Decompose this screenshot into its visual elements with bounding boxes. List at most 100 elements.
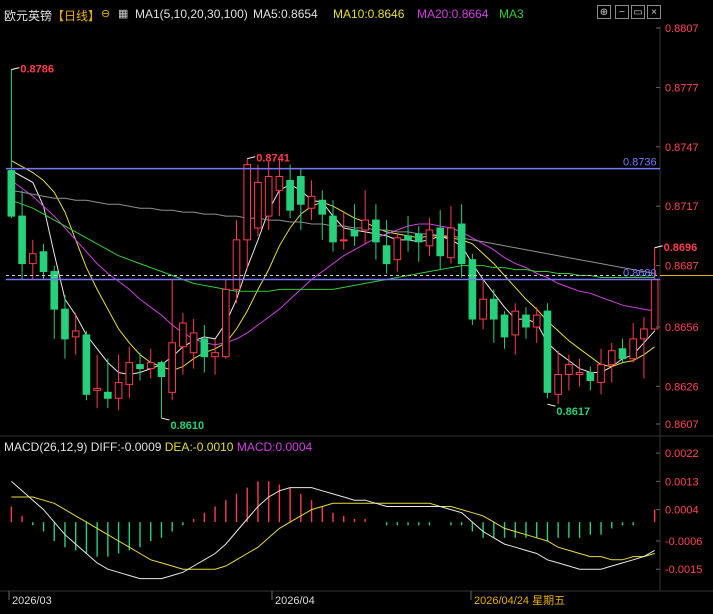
candle [157, 360, 166, 419]
candle-body [297, 176, 305, 205]
candle-body [254, 181, 262, 229]
x-tick-label: 2026/03 [12, 595, 52, 607]
ma-line-ma10 [11, 160, 655, 372]
candle [597, 348, 605, 395]
candle [607, 342, 616, 383]
candle-body [597, 364, 605, 383]
candle-body [650, 278, 659, 330]
y-tick-label: 0.8717 [665, 201, 699, 213]
candle [479, 279, 487, 329]
candle-body [511, 310, 520, 336]
candle-body [39, 251, 48, 273]
candle [414, 226, 423, 262]
horizontal-level-label: 0.8736 [623, 157, 657, 169]
candle [522, 307, 530, 339]
candle-body [93, 387, 101, 391]
price-annotation: 0.8741 [256, 153, 290, 165]
candle [297, 168, 305, 230]
diff-value: DIFF:-0.0009 [90, 440, 162, 454]
candle [372, 204, 380, 260]
candle-body [468, 259, 477, 320]
candle [543, 303, 552, 399]
moving-average-lines [11, 160, 655, 376]
candle [307, 180, 316, 221]
dea-value: DEA:-0.0010 [164, 440, 234, 454]
candle [200, 325, 209, 373]
candle [554, 350, 562, 405]
candle [436, 210, 445, 270]
candle-body [339, 239, 348, 242]
candle [286, 164, 294, 219]
candle [361, 190, 369, 244]
x-tick-label: 2026/04 [275, 595, 315, 607]
candlestick-chart[interactable]: 0.87360.8680 0.87860.87410.86100.86170.8… [0, 0, 713, 614]
candle [629, 323, 638, 363]
candle-body [372, 219, 380, 243]
candle-body [479, 298, 487, 320]
candle [39, 243, 48, 280]
candle [489, 289, 498, 343]
candle [618, 338, 627, 363]
candle-body [640, 328, 648, 340]
macd-value: MACD:0.0004 [236, 440, 313, 454]
candle-body [565, 364, 573, 376]
candle-body [329, 215, 337, 243]
candle-body [114, 381, 123, 399]
date-axis: 2026/03 2026/04 2026/04/24 星期五 [8, 591, 565, 607]
candle-body [189, 332, 198, 354]
candle [339, 212, 348, 250]
candle [565, 354, 573, 391]
horizontal-level-label: 0.8680 [623, 267, 657, 279]
candle-body [318, 199, 327, 215]
annotation-pointer [247, 156, 256, 160]
macd-tick-label: 0.0013 [665, 476, 699, 488]
candle [447, 206, 455, 264]
candle-body [436, 227, 445, 257]
candle [82, 330, 91, 401]
candle-body [404, 235, 412, 241]
candle [146, 348, 155, 379]
candle [586, 366, 595, 391]
candle-body [28, 253, 37, 265]
candle-body [18, 215, 26, 265]
candle [221, 279, 230, 359]
candle-body [575, 372, 584, 375]
y-tick-label: 0.8607 [665, 419, 699, 431]
y-tick-label: 0.8747 [665, 142, 699, 154]
y-tick-label: 0.8777 [665, 82, 699, 94]
candle-body [7, 170, 16, 217]
candle [114, 354, 123, 411]
candle [382, 220, 391, 274]
candle-body [307, 195, 316, 209]
candle-body [200, 338, 209, 358]
candle [243, 158, 252, 270]
macd-tick-label: 0.0004 [665, 505, 699, 517]
candle [189, 319, 198, 369]
candle-body [425, 229, 434, 247]
candle-body [607, 350, 616, 366]
candle-body [61, 308, 69, 340]
candle-body [232, 239, 241, 290]
candle-body [275, 176, 284, 191]
candle-body [543, 310, 552, 393]
candle [254, 164, 262, 236]
candle-body [532, 314, 541, 328]
candle-body [522, 314, 530, 328]
horizontal-levels: 0.8736 0.8680 [6, 157, 713, 281]
candle [404, 216, 412, 252]
candle-body [447, 227, 455, 259]
candle-body [179, 322, 187, 348]
candle-body [146, 362, 155, 370]
price-axis: 0.8807 0.8777 0.8747 0.8717 0.8687 0.8656 0.86… [656, 23, 699, 431]
price-annotation: 0.8610 [170, 420, 204, 432]
y-tick-label: 0.8807 [665, 23, 699, 35]
candle-body [618, 348, 627, 360]
candle-body [157, 362, 166, 377]
annotation-pointer [547, 403, 556, 407]
price-annotation: 0.8786 [20, 64, 54, 76]
y-tick-label: 0.8626 [665, 381, 699, 393]
candle-body [168, 342, 177, 393]
annotation-pointer [161, 417, 170, 421]
macd-panel: 0.0022 0.0013 0.0004 -0.0006 -0.0015 [10, 448, 702, 580]
annotation-pointer [11, 67, 20, 71]
